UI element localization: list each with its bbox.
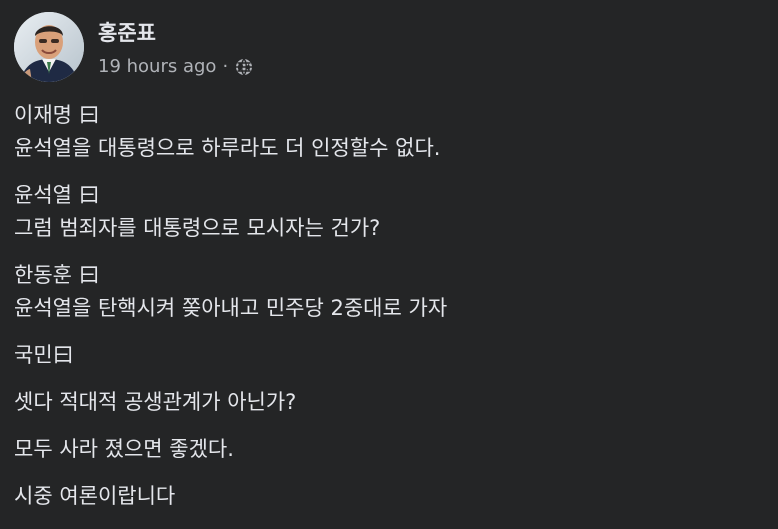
avatar-photo [14, 12, 84, 82]
text-line: 그럼 범죄자를 대통령으로 모시자는 건가? [14, 216, 381, 240]
paragraph: 모두 사라 졌으면 좋겠다. [14, 433, 764, 466]
paragraph: 시중 여론이랍니다 [14, 480, 764, 513]
text-line: 윤석열을 대통령으로 하루라도 더 인정할수 없다. [14, 136, 441, 160]
text-line: 셋다 적대적 공생관계가 아닌가? [14, 390, 297, 414]
text-line: 시중 여론이랍니다 [14, 484, 176, 508]
text-line: 윤석열을 탄핵시켜 쫒아내고 민주당 2중대로 가자 [14, 296, 448, 320]
post-body: 이재명 曰 윤석열을 대통령으로 하루라도 더 인정할수 없다. 윤석열 曰 그… [14, 99, 764, 527]
text-line: 한동훈 曰 [14, 263, 100, 287]
paragraph: 셋다 적대적 공생관계가 아닌가? [14, 386, 764, 419]
paragraph: 한동훈 曰 윤석열을 탄핵시켜 쫒아내고 민주당 2중대로 가자 [14, 259, 764, 325]
globe-icon[interactable] [234, 57, 254, 77]
author-name[interactable]: 홍준표 [98, 19, 254, 47]
text-line: 윤석열 曰 [14, 183, 100, 207]
paragraph: 이재명 曰 윤석열을 대통령으로 하루라도 더 인정할수 없다. [14, 99, 764, 165]
text-line: 국민曰 [14, 343, 74, 367]
post-timestamp[interactable]: 19 hours ago [98, 56, 216, 78]
paragraph: 국민曰 [14, 339, 764, 372]
post-subline: 19 hours ago · [98, 56, 254, 78]
paragraph: 윤석열 曰 그럼 범죄자를 대통령으로 모시자는 건가? [14, 179, 764, 245]
text-line: 이재명 曰 [14, 103, 100, 127]
post-meta: 홍준표 19 hours ago · [98, 17, 254, 78]
avatar[interactable] [14, 12, 84, 82]
separator-dot: · [222, 55, 229, 77]
text-line: 모두 사라 졌으면 좋겠다. [14, 437, 234, 461]
post-header: 홍준표 19 hours ago · [14, 12, 254, 82]
facebook-post: 홍준표 19 hours ago · 이재명 曰 윤석열을 대통령으로 하루라도… [0, 0, 778, 529]
